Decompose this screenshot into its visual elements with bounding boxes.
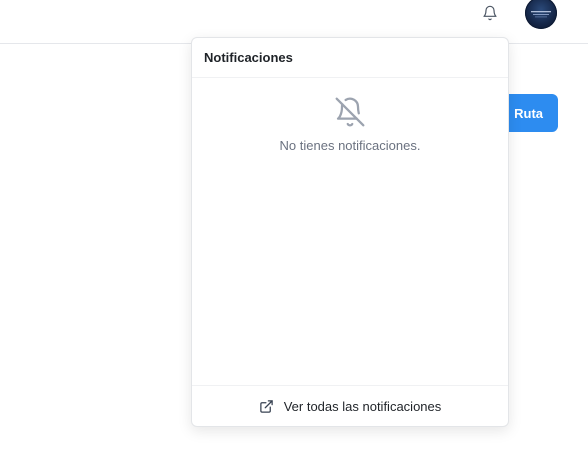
user-avatar[interactable] [525, 0, 557, 29]
view-all-label: Ver todas las notificaciones [283, 398, 442, 414]
notifications-dropdown: Notificaciones No tienes notificaciones.… [191, 37, 509, 427]
view-all-notifications-link[interactable]: Ver todas las notificaciones [192, 385, 508, 426]
notifications-header: Notificaciones [192, 38, 508, 78]
bell-off-icon [335, 97, 365, 127]
route-button-label: Ruta [514, 105, 543, 121]
notifications-bell-button[interactable] [479, 2, 501, 24]
empty-state: No tienes notificaciones. [192, 96, 508, 153]
notifications-title: Notificaciones [204, 50, 293, 65]
empty-message: No tienes notificaciones. [279, 138, 421, 153]
external-link-icon [259, 399, 274, 414]
bell-icon [483, 5, 497, 21]
